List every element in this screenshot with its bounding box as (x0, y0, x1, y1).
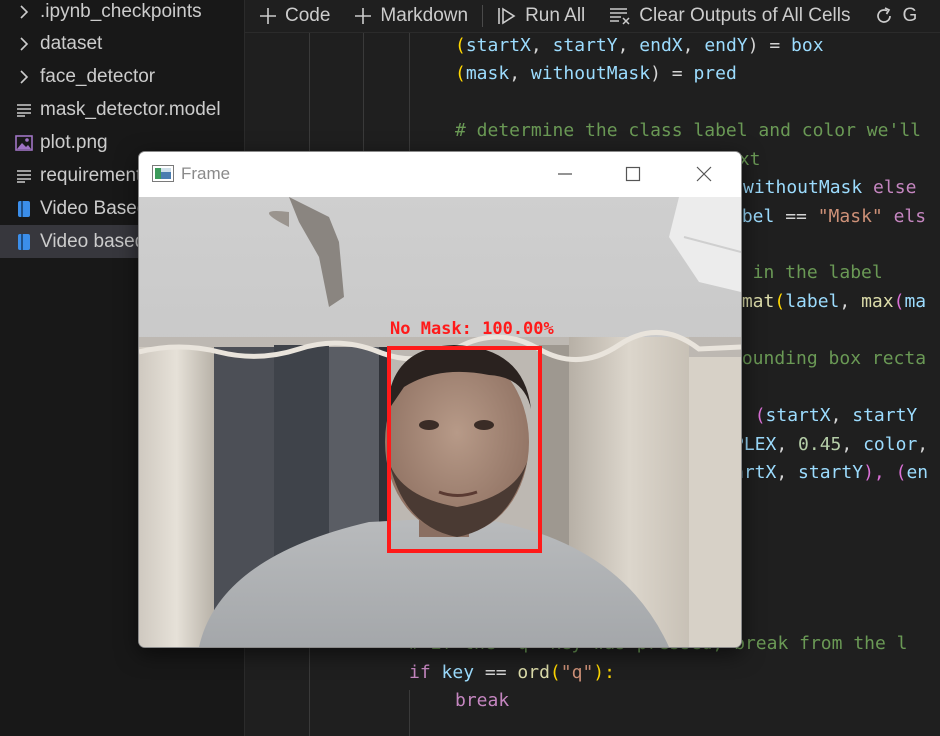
indent-guide (409, 690, 410, 736)
tree-item-label: face_detector (40, 65, 156, 87)
notebook-icon (13, 233, 35, 251)
frame-titlebar[interactable]: Frame (139, 152, 741, 196)
notebook-icon (13, 200, 35, 218)
plus-icon (355, 8, 372, 24)
code-line-12: artX, startY), (en (733, 462, 929, 483)
code-line-1: (startX, startY, endX, endY) = box (455, 35, 824, 56)
notebook-toolbar: Code Markdown Run All Clear Outputs of A… (245, 0, 940, 33)
app-window-icon (152, 165, 174, 186)
code-line-6: abel == "Mask" els (731, 206, 927, 227)
frame-title: Frame (181, 164, 231, 183)
tree-item-ipynb-checkpoints[interactable]: .ipynb_checkpoints (0, 0, 244, 28)
code-line-14: if key == ord("q"): (409, 662, 615, 683)
maximize-button[interactable] (610, 160, 656, 188)
plus-icon (260, 8, 276, 24)
add-code-cell-button[interactable]: Code (245, 5, 330, 27)
clear-all-icon (610, 8, 630, 25)
chevron-right-icon (13, 36, 35, 51)
tree-item-label: Video based (40, 230, 146, 252)
code-line-15: break (455, 690, 510, 711)
clear-outputs-button[interactable]: Clear Outputs of All Cells (585, 5, 850, 27)
code-line-9: bounding box recta (731, 348, 927, 369)
run-all-button[interactable]: Run All (483, 5, 585, 27)
tree-item-label: mask_detector.model (40, 98, 221, 120)
code-line-5: withoutMask else (743, 177, 917, 198)
lines-file-icon (13, 169, 35, 183)
frame-window[interactable]: Frame No Mask: 100.00% (138, 151, 742, 648)
image-file-icon (13, 134, 35, 151)
run-all-label: Run All (525, 5, 586, 26)
chevron-right-icon (13, 4, 35, 19)
code-line-7: y in the label (731, 262, 883, 283)
tree-item-face-detector[interactable]: face_detector (0, 60, 244, 93)
webcam-video-feed: No Mask: 100.00% (139, 197, 741, 647)
tree-item-mask-detector-model[interactable]: mask_detector.model (0, 93, 244, 126)
chevron-right-icon (13, 69, 35, 84)
tree-item-label: Video Based (40, 197, 148, 219)
clear-outputs-label: Clear Outputs of All Cells (639, 5, 851, 26)
maximize-icon (625, 166, 641, 182)
tree-item-dataset[interactable]: dataset (0, 27, 244, 60)
tree-item-label: plot.png (40, 131, 108, 153)
minimize-icon (558, 173, 572, 175)
restart-button[interactable]: G (850, 5, 917, 27)
refresh-icon (877, 7, 892, 23)
add-code-label: Code (285, 5, 331, 26)
code-line-10: , (startX, startY (733, 405, 918, 426)
code-line-2: (mask, withoutMask) = pred (455, 63, 737, 84)
restart-label: G (902, 5, 918, 26)
add-markdown-cell-button[interactable]: Markdown (330, 5, 468, 27)
code-line-8: rmat(label, max(ma (731, 291, 927, 312)
code-line-11: PLEX, 0.45, color, (733, 434, 929, 455)
run-all-icon (498, 7, 516, 25)
tree-item-label: .ipynb_checkpoints (40, 0, 202, 22)
close-icon (696, 166, 712, 182)
lines-file-icon (13, 103, 35, 117)
minimize-button[interactable] (542, 160, 588, 188)
tree-item-label: dataset (40, 32, 103, 54)
detection-label: No Mask: 100.00% (390, 319, 555, 339)
close-button[interactable] (681, 160, 727, 188)
add-markdown-label: Markdown (380, 5, 469, 26)
code-line-3: # determine the class label and color we… (455, 120, 921, 141)
